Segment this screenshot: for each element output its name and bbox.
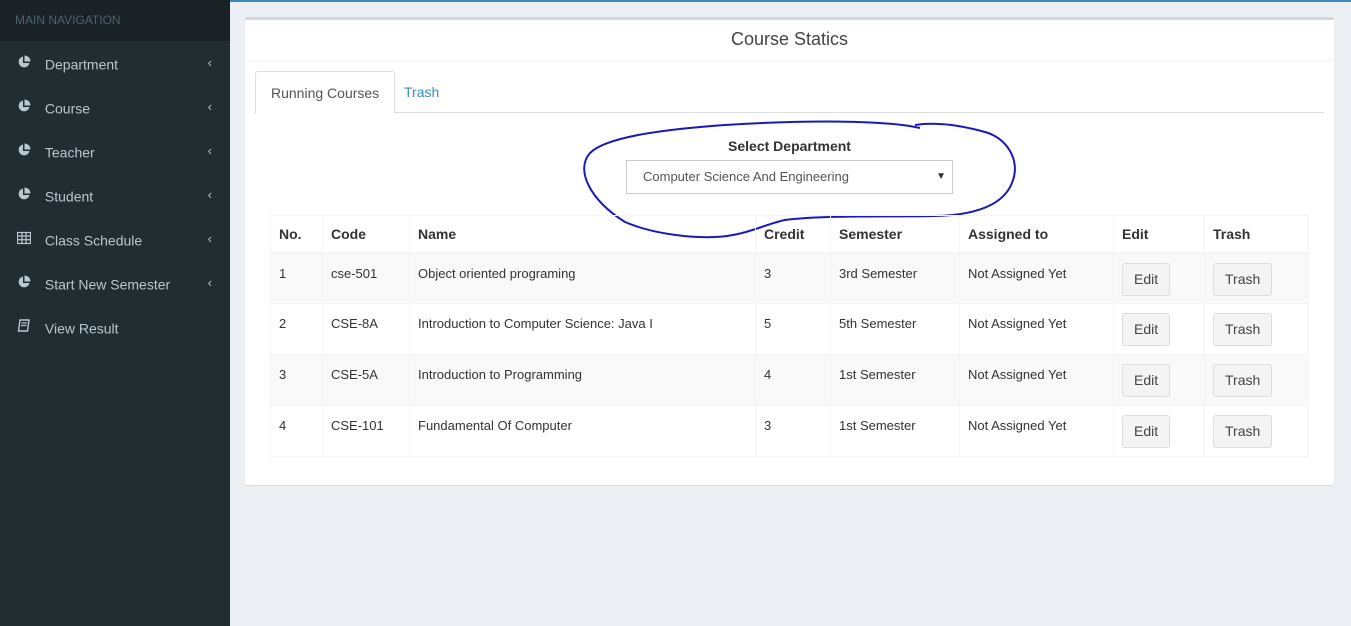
cell-code: CSE-5A (322, 354, 410, 406)
cell-semester: 1st Semester (830, 405, 960, 457)
sidebar-item-class-schedule[interactable]: Class Schedule ‹ (0, 217, 230, 261)
sidebar-item-view-result[interactable]: View Result (0, 305, 230, 349)
sidebar-item-label: Teacher (44, 144, 95, 161)
sidebar-item-start-new-semester[interactable]: Start New Semester ‹ (0, 261, 230, 305)
cell-code: CSE-8A (322, 303, 410, 355)
sidebar-item-label: View Result (44, 320, 119, 337)
cell-assigned: Not Assigned Yet (959, 405, 1114, 457)
trash-button[interactable]: Trash (1213, 364, 1273, 397)
chevron-left-icon: ‹ (207, 231, 212, 246)
course-statics-panel: Course Statics Running Courses Trash Sel… (245, 17, 1334, 485)
column-header: Name (409, 215, 756, 254)
chevron-left-icon: ‹ (207, 187, 212, 202)
pie-chart-icon (18, 187, 31, 200)
trash-button[interactable]: Trash (1213, 262, 1273, 296)
cell-code: CSE-101 (322, 405, 410, 457)
sidebar-item-student[interactable]: Student ‹ (0, 173, 230, 217)
cell-name: Object oriented programing (409, 252, 756, 304)
cell-trash: Trash (1204, 303, 1309, 355)
pie-chart-icon (18, 275, 31, 288)
cell-name: Introduction to Computer Science: Java I (409, 303, 756, 355)
sidebar-header: MAIN NAVIGATION (0, 0, 230, 41)
courses-table: No. Code Name Credit Semester Assigned t… (270, 215, 1309, 457)
tab-bar: Running Courses Trash (255, 71, 1324, 114)
column-header: Semester (830, 215, 960, 254)
table-icon (17, 232, 31, 245)
department-select[interactable]: Computer Science And Engineering ▼ (626, 160, 953, 194)
trash-button[interactable]: Trash (1213, 313, 1273, 346)
cell-trash: Trash (1204, 252, 1309, 304)
table-row: 1 cse-501 Object oriented programing 3 3… (270, 252, 1309, 304)
pie-chart-icon (18, 99, 31, 112)
table-row: 2 CSE-8A Introduction to Computer Scienc… (270, 303, 1309, 355)
edit-button[interactable]: Edit (1122, 364, 1171, 397)
pie-chart-icon (18, 143, 31, 156)
table-row: 4 CSE-101 Fundamental Of Computer 3 1st … (270, 405, 1309, 457)
chevron-left-icon: ‹ (207, 275, 212, 290)
cell-edit: Edit (1113, 303, 1205, 355)
table-row: 3 CSE-5A Introduction to Programming 4 1… (270, 354, 1309, 406)
sidebar-item-department[interactable]: Department ‹ (0, 41, 230, 85)
edit-button[interactable]: Edit (1122, 262, 1171, 296)
cell-code: cse-501 (322, 252, 410, 304)
cell-assigned: Not Assigned Yet (959, 303, 1114, 355)
tab-trash[interactable]: Trash (389, 71, 454, 113)
book-icon (17, 319, 30, 332)
edit-button[interactable]: Edit (1122, 313, 1171, 346)
cell-semester: 5th Semester (830, 303, 960, 355)
sidebar-item-label: Start New Semester (44, 276, 171, 293)
column-header: Credit (755, 215, 831, 254)
cell-trash: Trash (1204, 405, 1309, 457)
cell-name: Fundamental Of Computer (409, 405, 756, 457)
column-header: Trash (1204, 215, 1309, 254)
cell-trash: Trash (1204, 354, 1309, 406)
column-header: Code (322, 215, 410, 254)
cell-assigned: Not Assigned Yet (959, 354, 1114, 406)
page-title: Course Statics (245, 20, 1334, 61)
cell-credit: 5 (755, 303, 831, 355)
sidebar-item-label: Class Schedule (44, 232, 143, 249)
select-department-label: Select Department (728, 138, 851, 154)
chevron-left-icon: ‹ (207, 55, 212, 70)
cell-credit: 3 (755, 405, 831, 457)
caret-down-icon: ▼ (936, 171, 946, 182)
column-header: Assigned to (959, 215, 1114, 254)
cell-edit: Edit (1113, 405, 1205, 457)
sidebar-item-course[interactable]: Course ‹ (0, 85, 230, 129)
cell-semester: 3rd Semester (830, 252, 960, 304)
chevron-left-icon: ‹ (207, 143, 212, 158)
pie-chart-icon (18, 55, 31, 68)
trash-button[interactable]: Trash (1213, 415, 1273, 448)
cell-edit: Edit (1113, 252, 1205, 304)
department-select-value: Computer Science And Engineering (643, 169, 849, 184)
cell-semester: 1st Semester (830, 354, 960, 406)
sidebar-item-teacher[interactable]: Teacher ‹ (0, 129, 230, 173)
cell-no: 2 (270, 303, 323, 355)
column-header: Edit (1113, 215, 1205, 254)
table-header-row: No. Code Name Credit Semester Assigned t… (270, 215, 1309, 254)
chevron-left-icon: ‹ (207, 99, 212, 114)
cell-assigned: Not Assigned Yet (959, 252, 1114, 304)
sidebar-item-label: Course (44, 100, 91, 117)
cell-credit: 4 (755, 354, 831, 406)
sidebar-item-label: Department (44, 56, 119, 73)
cell-no: 4 (270, 405, 323, 457)
cell-credit: 3 (755, 252, 831, 304)
sidebar: MAIN NAVIGATION Department ‹ Course ‹ Te… (0, 0, 230, 626)
cell-edit: Edit (1113, 354, 1205, 406)
column-header: No. (270, 215, 323, 254)
sidebar-item-label: Student (44, 188, 94, 205)
cell-no: 3 (270, 354, 323, 406)
cell-no: 1 (270, 252, 323, 304)
edit-button[interactable]: Edit (1122, 415, 1171, 448)
tab-running-courses[interactable]: Running Courses (255, 71, 396, 114)
cell-name: Introduction to Programming (409, 354, 756, 406)
